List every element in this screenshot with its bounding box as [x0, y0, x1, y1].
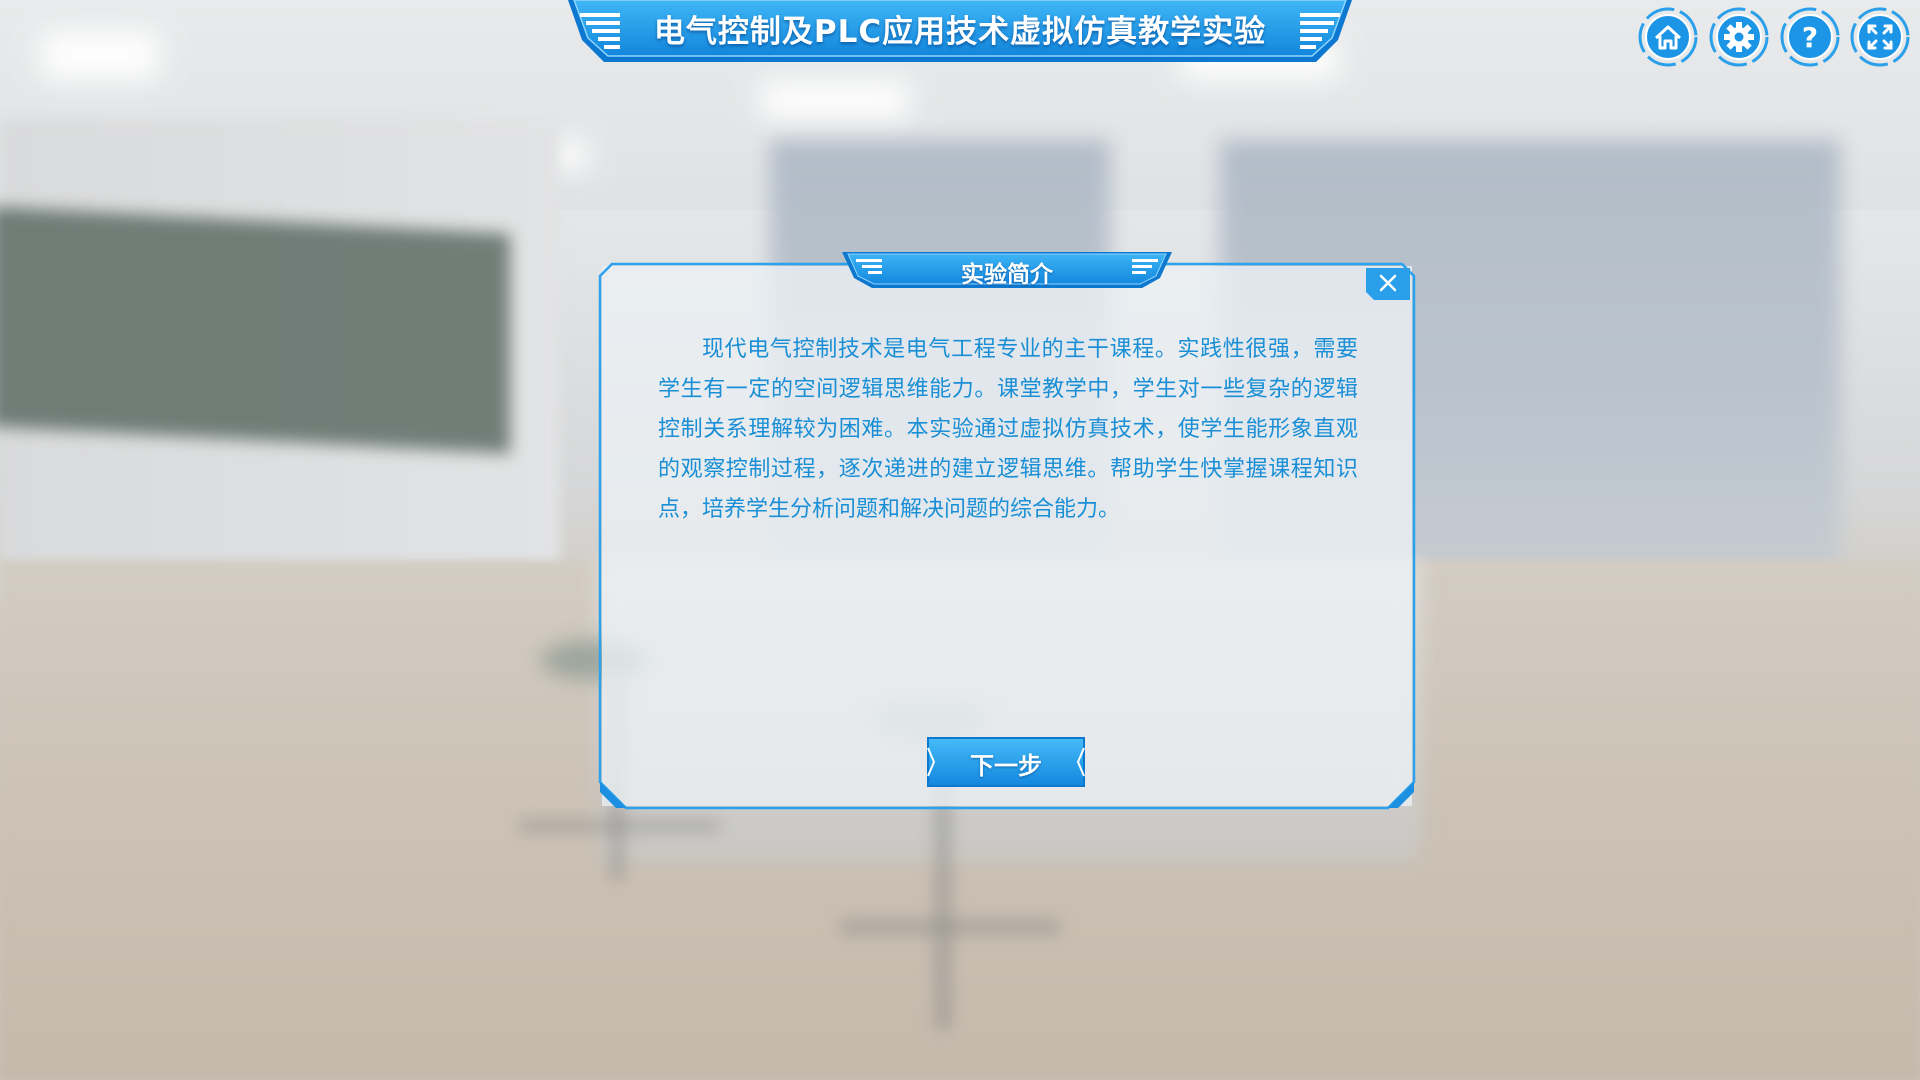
help-icon: ? [1780, 7, 1840, 67]
intro-text: 现代电气控制技术是电气工程专业的主干课程。实践性很强，需要学生有一定的空间逻辑思… [658, 337, 1358, 522]
home-icon [1638, 7, 1698, 67]
background-blackboard [0, 206, 510, 454]
intro-dialog: 实验简介 现代电气控制技术是电气工程专业的主干课程。实践性很强，需要学生有一定的… [598, 252, 1416, 810]
next-step-button[interactable]: 下一步 [926, 736, 1086, 788]
close-button[interactable] [1366, 268, 1410, 300]
app-title: 电气控制及PLC应用技术虚拟仿真教学实验 [653, 14, 1267, 50]
background-stool-leg [520, 820, 720, 832]
title-banner: 电气控制及PLC应用技术虚拟仿真教学实验 [568, 0, 1352, 62]
svg-text:?: ? [1802, 21, 1818, 54]
settings-button[interactable] [1709, 7, 1769, 67]
home-button[interactable] [1638, 7, 1698, 67]
background-ceiling-light [760, 80, 910, 120]
gear-icon [1709, 7, 1769, 67]
background-ceiling-light [40, 30, 160, 80]
next-step-label: 下一步 [970, 752, 1042, 780]
fullscreen-icon [1850, 7, 1910, 67]
background-stool-leg [840, 920, 1060, 934]
help-button[interactable]: ? [1780, 7, 1840, 67]
close-icon [1366, 268, 1410, 300]
dialog-title: 实验简介 [961, 262, 1053, 288]
fullscreen-button[interactable] [1850, 7, 1910, 67]
dialog-title-tab: 实验简介 [842, 252, 1172, 292]
